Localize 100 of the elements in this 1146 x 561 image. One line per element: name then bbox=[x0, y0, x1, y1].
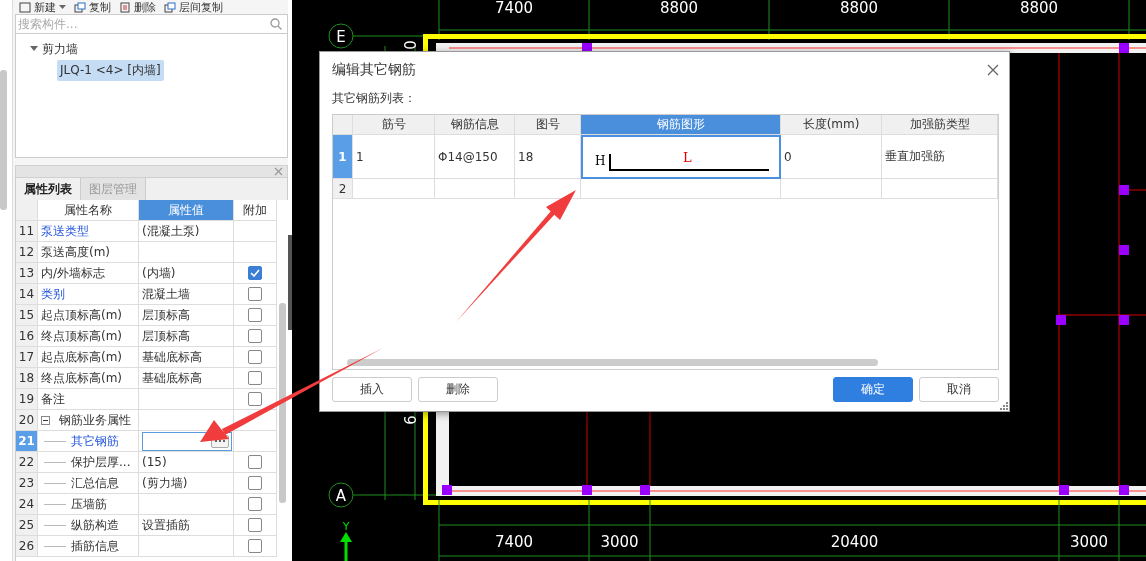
checkbox[interactable] bbox=[248, 266, 262, 280]
property-name: 保护层厚... bbox=[71, 453, 131, 471]
tree-line bbox=[44, 440, 66, 442]
property-name: 类别 bbox=[41, 285, 65, 303]
column-marker bbox=[1119, 315, 1129, 325]
checkbox[interactable] bbox=[248, 371, 262, 385]
resize-grip-icon[interactable] bbox=[1000, 402, 1008, 410]
toolbar-button[interactable]: 复制 bbox=[74, 0, 111, 14]
row-number: 25 bbox=[16, 515, 38, 536]
checkbox[interactable] bbox=[248, 518, 262, 532]
shape-label: H bbox=[595, 154, 606, 168]
table-cell: 层顶标高 bbox=[139, 326, 234, 347]
property-name: 插筋信息 bbox=[71, 537, 119, 555]
collapse-icon[interactable] bbox=[41, 415, 50, 425]
checkbox[interactable] bbox=[248, 539, 262, 553]
property-name: 泵送高度(m) bbox=[41, 243, 111, 261]
scrollbar[interactable] bbox=[347, 358, 878, 366]
column-marker bbox=[640, 485, 650, 495]
dialog-button[interactable]: 删除 bbox=[418, 377, 498, 402]
table-cell: 混凝土墙 bbox=[139, 284, 234, 305]
axis-label: A bbox=[335, 487, 347, 505]
square-icon bbox=[19, 1, 31, 13]
column-header[interactable]: 图号 bbox=[515, 115, 581, 135]
tree-line bbox=[44, 524, 66, 526]
property-name: 内/外墙标志 bbox=[41, 264, 106, 282]
table-cell: Φ14@150 bbox=[435, 135, 515, 179]
checkbox[interactable] bbox=[248, 329, 262, 343]
row-number: 24 bbox=[16, 494, 38, 515]
tree-item[interactable]: 剪力墙 bbox=[42, 40, 78, 58]
checkbox[interactable] bbox=[248, 392, 262, 406]
tree-item[interactable]: JLQ-1 <4> [内墙] bbox=[57, 59, 164, 81]
tree-line bbox=[44, 461, 66, 463]
tree-line bbox=[44, 545, 66, 547]
column-header[interactable]: 钢筋信息 bbox=[435, 115, 515, 135]
axis-arrow bbox=[340, 532, 352, 561]
axis-label: Y bbox=[342, 520, 350, 533]
scrollbar[interactable] bbox=[0, 70, 7, 210]
table-cell: 设置插筋 bbox=[139, 515, 234, 536]
dimension-label: 7400 bbox=[494, 533, 534, 551]
close-icon[interactable] bbox=[987, 64, 999, 76]
table-cell: 18 bbox=[515, 135, 581, 179]
dialog-button[interactable]: 插入 bbox=[332, 377, 412, 402]
column-marker bbox=[1059, 485, 1069, 495]
row-number: 20 bbox=[16, 410, 38, 431]
dimension-label: 8800 bbox=[839, 0, 879, 17]
column-marker bbox=[1119, 185, 1129, 195]
table-cell bbox=[333, 115, 353, 135]
dimension-label: 20400 bbox=[830, 533, 879, 551]
toolbar-button[interactable]: 层间复制 bbox=[164, 0, 223, 14]
checkbox[interactable] bbox=[248, 308, 262, 322]
checkbox[interactable] bbox=[248, 476, 262, 490]
toolbar-button[interactable]: 新建 bbox=[19, 0, 66, 14]
checkbox[interactable] bbox=[248, 497, 262, 511]
scrollbar[interactable] bbox=[279, 303, 286, 503]
table-cell: 垂直加强筋 bbox=[882, 135, 998, 179]
dimension-label: 3000 bbox=[1069, 533, 1109, 551]
dimension-label: 0 bbox=[400, 40, 418, 50]
property-name: 钢筋业务属性 bbox=[59, 411, 131, 429]
dimension-label: 9 bbox=[400, 415, 418, 425]
row-number: 26 bbox=[16, 536, 38, 557]
toolbar-button[interactable]: 删除 bbox=[119, 0, 156, 14]
search-field[interactable]: 搜索构件... bbox=[15, 14, 288, 34]
row-number: 12 bbox=[16, 242, 38, 263]
dimension-label: 8800 bbox=[659, 0, 699, 17]
property-name: 终点底标高(m) bbox=[41, 369, 123, 387]
collapse-arrow-icon[interactable] bbox=[30, 46, 38, 52]
tree-line bbox=[44, 482, 66, 484]
row-number: 22 bbox=[16, 452, 38, 473]
property-name: 备注 bbox=[41, 390, 65, 408]
checkbox[interactable] bbox=[248, 350, 262, 364]
property-name: 汇总信息 bbox=[71, 474, 119, 492]
trash-icon bbox=[119, 1, 131, 13]
row-number: 14 bbox=[16, 284, 38, 305]
row-number: 13 bbox=[16, 263, 38, 284]
table-cell: 基础底标高 bbox=[139, 347, 234, 368]
table-cell: 层顶标高 bbox=[139, 305, 234, 326]
column-marker bbox=[1119, 245, 1129, 255]
checkbox[interactable] bbox=[248, 455, 262, 469]
column-marker bbox=[582, 485, 592, 495]
checkbox[interactable] bbox=[248, 287, 262, 301]
column-marker bbox=[1056, 315, 1066, 325]
property-name: 起点底标高(m) bbox=[41, 348, 123, 366]
property-name: 纵筋构造 bbox=[71, 516, 119, 534]
property-name: 起点顶标高(m) bbox=[41, 306, 123, 324]
property-name: 压墙筋 bbox=[71, 495, 107, 513]
table-cell: (混凝土泵) bbox=[139, 221, 234, 242]
dialog-button[interactable]: 取消 bbox=[919, 377, 999, 402]
column-header[interactable]: 长度(mm) bbox=[781, 115, 882, 135]
dimension-label: 3000 bbox=[600, 533, 639, 551]
row-number: 19 bbox=[16, 389, 38, 410]
property-name: 其它钢筋 bbox=[71, 432, 119, 450]
dialog-button[interactable]: 确定 bbox=[833, 377, 913, 402]
splitter-handle[interactable] bbox=[288, 235, 292, 330]
shape-label: L bbox=[683, 150, 692, 165]
column-header[interactable]: 加强筋类型 bbox=[882, 115, 998, 135]
list-label: 其它钢筋列表： bbox=[331, 90, 417, 107]
row-number: 11 bbox=[16, 221, 38, 242]
table-cell: (15) bbox=[139, 452, 234, 473]
column-header[interactable]: 筋号 bbox=[353, 115, 435, 135]
tree-line bbox=[44, 503, 66, 505]
